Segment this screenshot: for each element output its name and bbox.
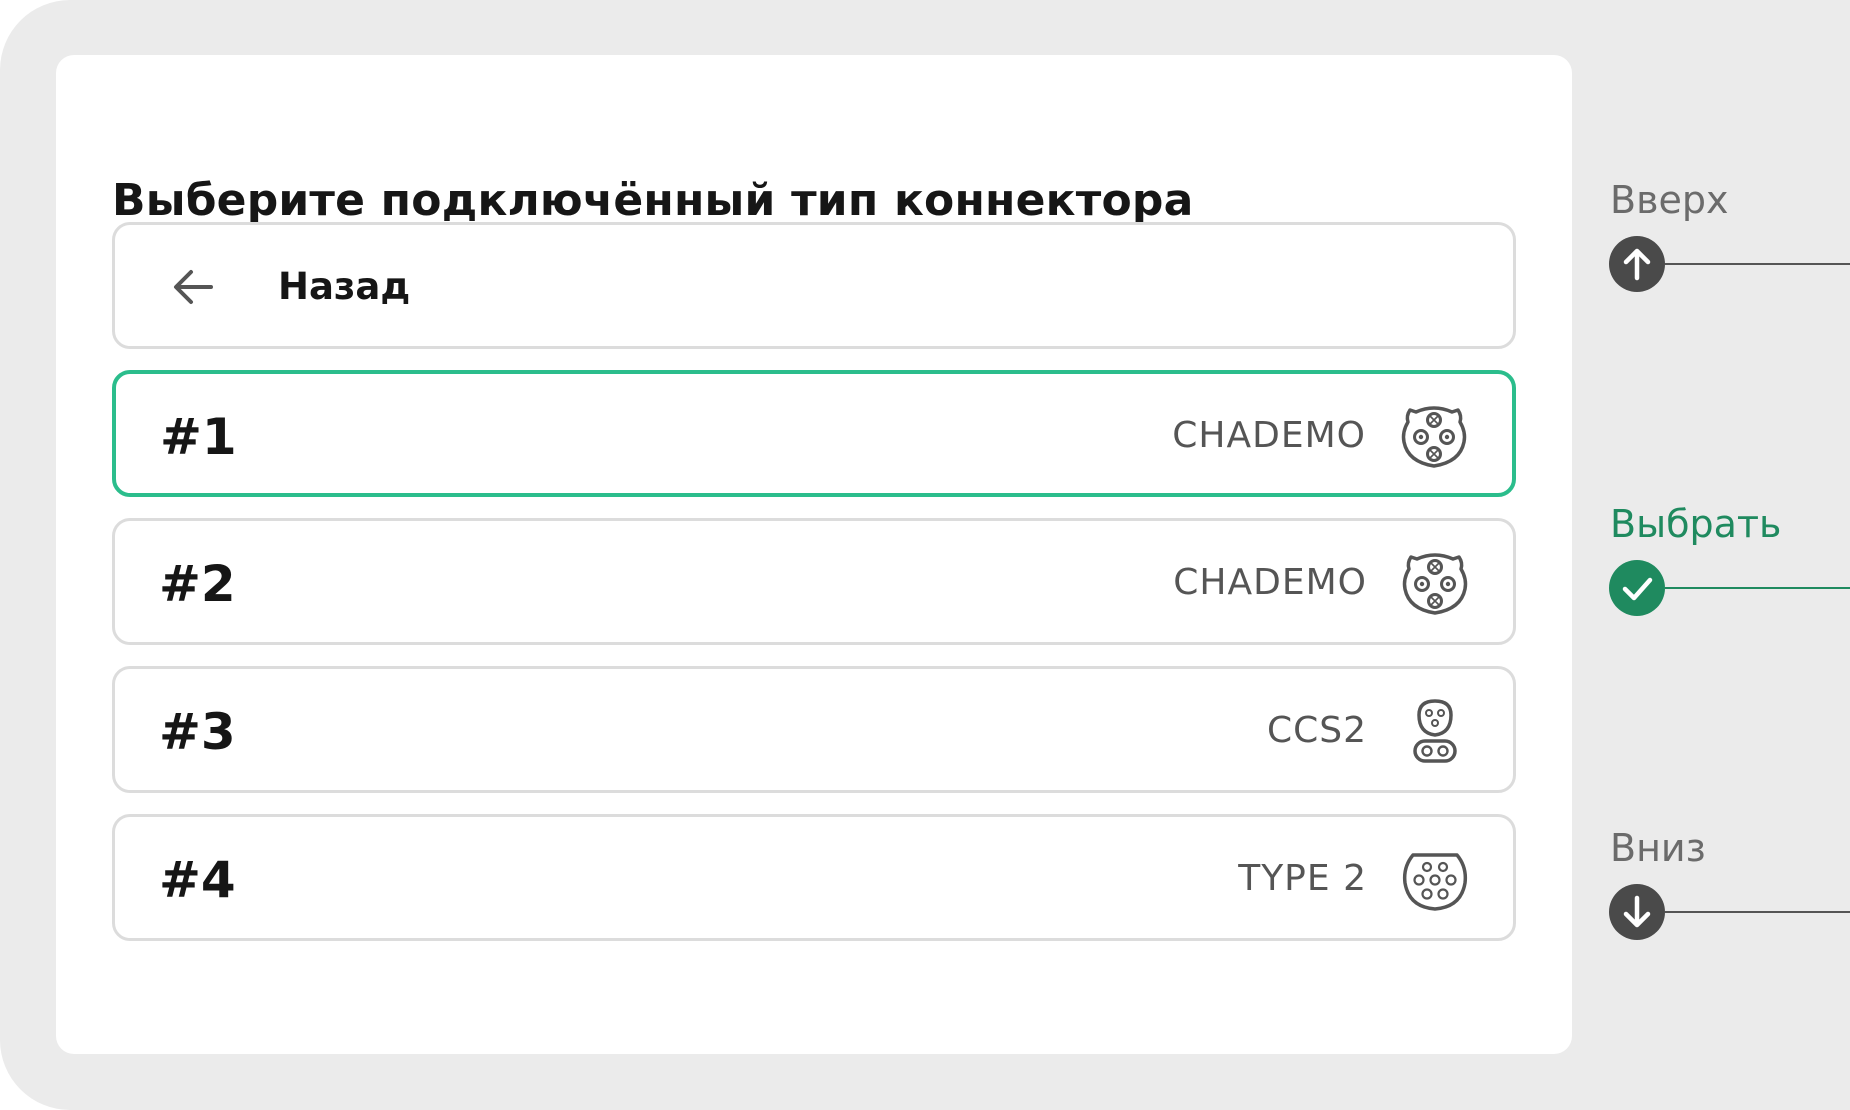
up-label: Вверх bbox=[1610, 178, 1729, 222]
connector-number: #2 bbox=[159, 555, 236, 613]
chademo-connector-icon bbox=[1401, 406, 1467, 468]
type2-connector-icon bbox=[1402, 853, 1468, 911]
device-frame: Выберите подключённый тип коннектора Наз… bbox=[0, 0, 1850, 1110]
check-icon bbox=[1622, 577, 1653, 601]
connector-type: CHADEMO bbox=[1173, 562, 1367, 603]
arrow-down-icon bbox=[1623, 895, 1651, 928]
connector-number: #1 bbox=[160, 408, 237, 466]
page-title: Выберите подключённый тип коннектора bbox=[112, 175, 1194, 226]
connector-type: TYPE 2 bbox=[1238, 858, 1367, 899]
connector-type: CHADEMO bbox=[1172, 415, 1366, 456]
down-button[interactable] bbox=[1609, 884, 1665, 940]
down-button-line bbox=[1665, 911, 1850, 913]
back-label: Назад bbox=[278, 265, 411, 308]
connector-selection-screen: Выберите подключённый тип коннектора Наз… bbox=[56, 55, 1572, 1054]
chademo-connector-icon bbox=[1402, 553, 1468, 615]
select-button-line bbox=[1665, 587, 1850, 589]
up-button-line bbox=[1665, 263, 1850, 265]
connector-row-1[interactable]: #1 CHADEMO bbox=[112, 370, 1516, 497]
up-button[interactable] bbox=[1609, 236, 1665, 292]
connector-number: #4 bbox=[159, 851, 236, 909]
down-label: Вниз bbox=[1610, 826, 1706, 870]
back-button[interactable]: Назад bbox=[112, 222, 1516, 349]
arrow-left-icon bbox=[174, 270, 213, 304]
connector-type: CCS2 bbox=[1266, 710, 1367, 751]
connector-number: #3 bbox=[159, 703, 236, 761]
arrow-up-icon bbox=[1623, 248, 1651, 281]
select-label: Выбрать bbox=[1610, 502, 1782, 546]
connector-row-3[interactable]: #3 CCS2 bbox=[112, 666, 1516, 793]
ccs2-connector-icon bbox=[1413, 699, 1457, 763]
select-button[interactable] bbox=[1609, 560, 1665, 616]
connector-row-2[interactable]: #2 CHADEMO bbox=[112, 518, 1516, 645]
connector-row-4[interactable]: #4 TYPE 2 bbox=[112, 814, 1516, 941]
